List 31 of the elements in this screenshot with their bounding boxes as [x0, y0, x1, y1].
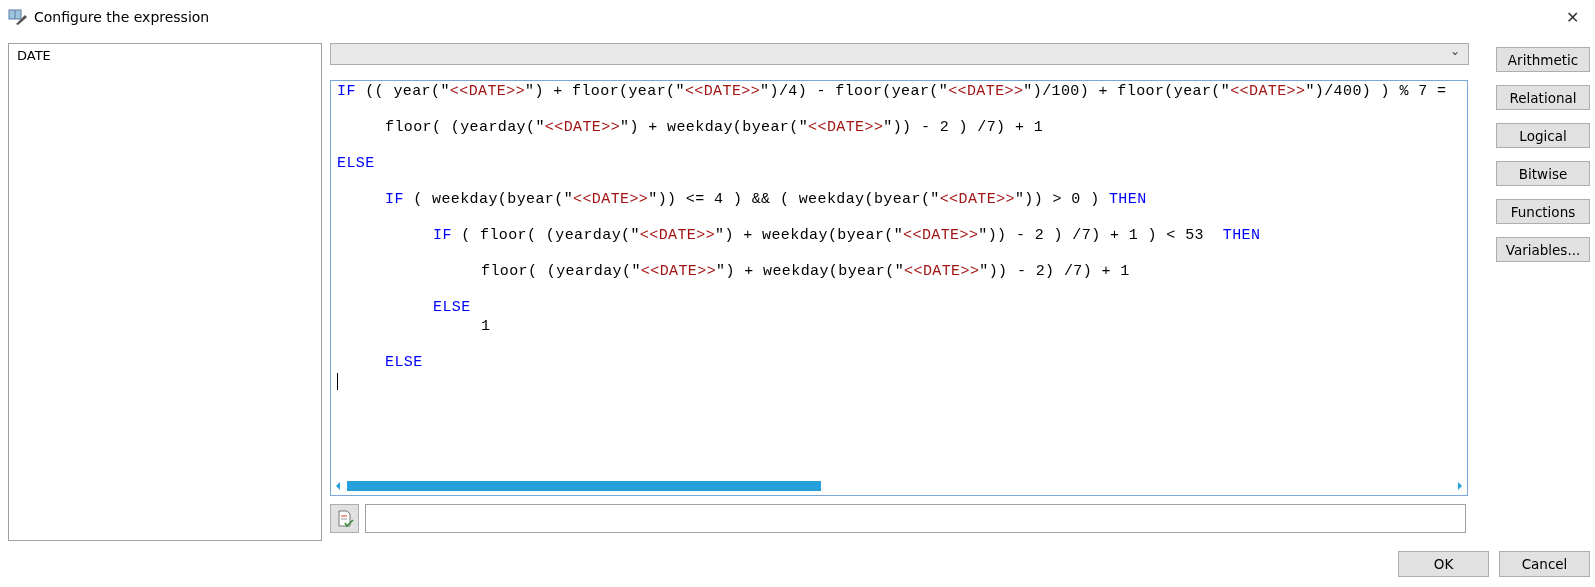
dialog-button[interactable]: Cancel — [1499, 551, 1590, 577]
result-field[interactable] — [365, 504, 1466, 533]
code-line: ELSE — [337, 155, 375, 172]
code-line: IF (( year("<<DATE>>") + floor(year("<<DATE>>")/4) - floor(year("<<DATE>>")/100) + floor(year("<<DATE>>")/400) ) % 7 = — [337, 83, 1447, 100]
code-line: floor( (yearday("<<DATE>>") + weekday(byear("<<DATE>>")) - 2) /7) + 1 — [481, 263, 1130, 280]
document-check-icon — [335, 509, 354, 528]
scroll-right-icon[interactable] — [1457, 482, 1463, 490]
code-line: ELSE — [433, 299, 471, 316]
wrench-window-icon — [8, 8, 28, 26]
text-cursor — [337, 373, 338, 390]
window-title: Configure the expression — [34, 9, 211, 25]
operator-button[interactable]: Variables... — [1496, 237, 1590, 262]
code-line: 1 — [481, 318, 491, 335]
caret-icon: ⌄ — [1449, 45, 1460, 57]
code-line: IF ( weekday(byear("<<DATE>>")) <= 4 ) && ( weekday(byear("<<DATE>>")) > 0 ) THEN — [385, 191, 1147, 208]
operator-button[interactable]: Relational — [1496, 85, 1590, 110]
variable-item[interactable]: DATE — [16, 48, 52, 63]
dialog-button[interactable]: OK — [1398, 551, 1489, 577]
operator-button[interactable]: Bitwise — [1496, 161, 1590, 186]
expression-editor[interactable] — [330, 80, 1468, 496]
scroll-left-icon[interactable] — [335, 482, 341, 490]
code-line: IF ( floor( (yearday("<<DATE>>") + weekday(byear("<<DATE>>")) - 2 ) /7) + 1 ) < 53 THEN — [433, 227, 1261, 244]
validate-button[interactable] — [330, 504, 359, 533]
operator-button[interactable]: Logical — [1496, 123, 1590, 148]
scrollbar-thumb[interactable] — [347, 481, 821, 491]
operator-dropdown[interactable]: ⌄ — [330, 43, 1469, 65]
operator-button[interactable]: Arithmetic — [1496, 47, 1590, 72]
code-line: floor( (yearday("<<DATE>>") + weekday(byear("<<DATE>>")) - 2 ) /7) + 1 — [385, 119, 1044, 136]
close-button[interactable]: ✕ — [1560, 7, 1585, 27]
operator-button[interactable]: Functions — [1496, 199, 1590, 224]
code-line: ELSE — [385, 354, 423, 371]
